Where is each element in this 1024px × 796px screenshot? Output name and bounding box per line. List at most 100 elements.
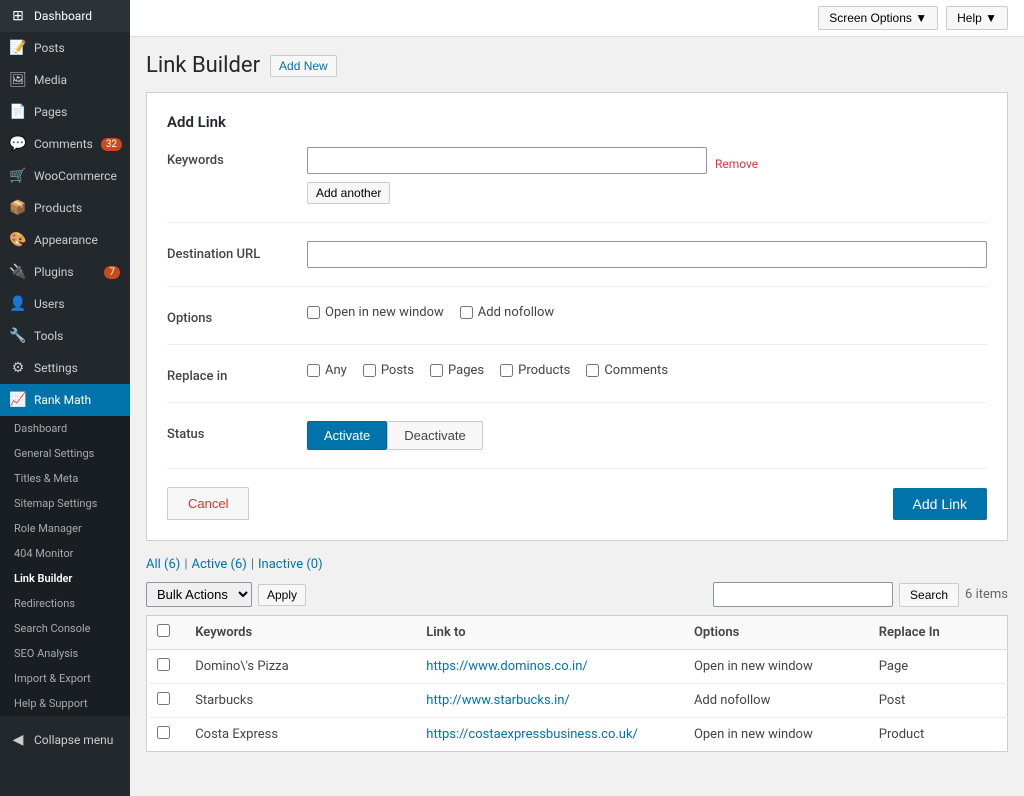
row-check-3	[147, 718, 186, 752]
sub-role-manager[interactable]: Role Manager	[0, 516, 130, 541]
status-control: Activate Deactivate	[307, 421, 987, 450]
open-new-window-option[interactable]: Open in new window	[307, 305, 444, 320]
destination-url-control	[307, 241, 987, 268]
screen-options-button[interactable]: Screen Options ▼	[818, 6, 938, 30]
keywords-row: Keywords Remove Add another	[167, 147, 987, 223]
row-checkbox-2[interactable]	[157, 692, 170, 705]
sidebar-item-comments[interactable]: 💬 Comments 32	[0, 128, 130, 160]
dashboard-icon: ⊞	[10, 8, 26, 24]
row-link-3[interactable]: https://costaexpressbusiness.co.uk/	[426, 727, 638, 742]
replace-pages-checkbox[interactable]	[430, 364, 443, 377]
apply-button[interactable]: Apply	[258, 584, 306, 606]
sidebar-item-rankmath[interactable]: 📈 Rank Math	[0, 384, 130, 416]
col-check-header	[147, 616, 186, 650]
woocommerce-icon: 🛒	[10, 168, 26, 184]
sidebar-item-label: Plugins	[34, 265, 74, 279]
keywords-label: Keywords	[167, 147, 307, 168]
replace-pages-option[interactable]: Pages	[430, 363, 484, 378]
add-nofollow-label: Add nofollow	[478, 305, 554, 320]
add-link-submit-button[interactable]: Add Link	[893, 488, 987, 520]
page-title-row: Link Builder Add New	[146, 53, 1008, 78]
sub-link-builder[interactable]: Link Builder	[0, 566, 130, 591]
add-another-button[interactable]: Add another	[307, 182, 390, 204]
sidebar-item-label: Settings	[34, 361, 78, 375]
sidebar-item-settings[interactable]: ⚙ Settings	[0, 352, 130, 384]
replace-comments-option[interactable]: Comments	[586, 363, 668, 378]
sidebar: ⊞ Dashboard 📝 Posts 🖼 Media 📄 Pages 💬 Co…	[0, 0, 130, 796]
add-new-button[interactable]: Add New	[270, 55, 337, 77]
replace-any-checkbox[interactable]	[307, 364, 320, 377]
sidebar-item-pages[interactable]: 📄 Pages	[0, 96, 130, 128]
search-right: Search 6 items	[713, 582, 1008, 607]
sidebar-item-tools[interactable]: 🔧 Tools	[0, 320, 130, 352]
sidebar-item-posts[interactable]: 📝 Posts	[0, 32, 130, 64]
row-check-1	[147, 650, 186, 684]
replace-posts-checkbox[interactable]	[363, 364, 376, 377]
help-button[interactable]: Help ▼	[946, 6, 1008, 30]
col-linkto-header: Link to	[416, 616, 684, 650]
row-replacein-2: Post	[869, 684, 1008, 718]
sub-redirections[interactable]: Redirections	[0, 591, 130, 616]
status-buttons: Activate Deactivate	[307, 421, 987, 450]
status-label: Status	[167, 421, 307, 442]
row-link-1[interactable]: https://www.dominos.co.in/	[426, 659, 587, 674]
rankmath-icon: 📈	[10, 392, 26, 408]
sub-titles-meta[interactable]: Titles & Meta	[0, 466, 130, 491]
filter-all-link[interactable]: All (6)	[146, 557, 180, 572]
row-options-1: Open in new window	[684, 650, 869, 684]
add-nofollow-option[interactable]: Add nofollow	[460, 305, 554, 320]
sidebar-item-appearance[interactable]: 🎨 Appearance	[0, 224, 130, 256]
keywords-control: Remove Add another	[307, 147, 987, 204]
sub-general-settings[interactable]: General Settings	[0, 441, 130, 466]
row-checkbox-3[interactable]	[157, 726, 170, 739]
deactivate-button[interactable]: Deactivate	[387, 421, 482, 450]
sub-404-monitor[interactable]: 404 Monitor	[0, 541, 130, 566]
sub-search-console[interactable]: Search Console	[0, 616, 130, 641]
table-header-row: Keywords Link to Options Replace In	[147, 616, 1008, 650]
add-nofollow-checkbox[interactable]	[460, 306, 473, 319]
sidebar-item-plugins[interactable]: 🔌 Plugins 7	[0, 256, 130, 288]
sidebar-item-media[interactable]: 🖼 Media	[0, 64, 130, 96]
row-keywords-3: Costa Express	[185, 718, 416, 752]
replace-comments-label: Comments	[604, 363, 668, 378]
sub-label: Titles & Meta	[14, 472, 78, 485]
replace-products-label: Products	[518, 363, 570, 378]
sub-import-export[interactable]: Import & Export	[0, 666, 130, 691]
filter-separator-1: |	[184, 557, 187, 572]
status-row: Status Activate Deactivate	[167, 421, 987, 469]
destination-url-input[interactable]	[307, 241, 987, 268]
cancel-button[interactable]: Cancel	[167, 487, 249, 520]
settings-icon: ⚙	[10, 360, 26, 376]
replace-comments-checkbox[interactable]	[586, 364, 599, 377]
sidebar-item-dashboard[interactable]: ⊞ Dashboard	[0, 0, 130, 32]
replace-any-option[interactable]: Any	[307, 363, 347, 378]
replace-products-option[interactable]: Products	[500, 363, 570, 378]
sidebar-item-products[interactable]: 📦 Products	[0, 192, 130, 224]
activate-button[interactable]: Activate	[307, 421, 387, 450]
sidebar-item-users[interactable]: 👤 Users	[0, 288, 130, 320]
bulk-actions-select[interactable]: Bulk Actions	[146, 582, 252, 607]
row-checkbox-1[interactable]	[157, 658, 170, 671]
search-button[interactable]: Search	[899, 583, 959, 607]
sub-help-support[interactable]: Help & Support	[0, 691, 130, 716]
collapse-menu[interactable]: ◀ Collapse menu	[0, 724, 130, 756]
select-all-checkbox[interactable]	[157, 624, 170, 637]
replace-products-checkbox[interactable]	[500, 364, 513, 377]
sidebar-item-woocommerce[interactable]: 🛒 WooCommerce	[0, 160, 130, 192]
replace-posts-option[interactable]: Posts	[363, 363, 414, 378]
sub-seo-analysis[interactable]: SEO Analysis	[0, 641, 130, 666]
filter-inactive-link[interactable]: Inactive (0)	[258, 557, 323, 572]
sub-dashboard[interactable]: Dashboard	[0, 416, 130, 441]
filter-active-link[interactable]: Active (6)	[192, 557, 247, 572]
open-new-window-checkbox[interactable]	[307, 306, 320, 319]
sub-label: Redirections	[14, 597, 75, 610]
sidebar-item-label: Users	[34, 297, 65, 311]
remove-keyword-link[interactable]: Remove	[715, 151, 758, 171]
sub-label: Role Manager	[14, 522, 82, 535]
search-input[interactable]	[713, 582, 893, 607]
sub-sitemap-settings[interactable]: Sitemap Settings	[0, 491, 130, 516]
options-row: Options Open in new window Add nofollow	[167, 305, 987, 345]
replace-in-control: Any Posts Pages Products	[307, 363, 987, 378]
keywords-input[interactable]	[307, 147, 707, 174]
row-link-2[interactable]: http://www.starbucks.in/	[426, 693, 570, 708]
